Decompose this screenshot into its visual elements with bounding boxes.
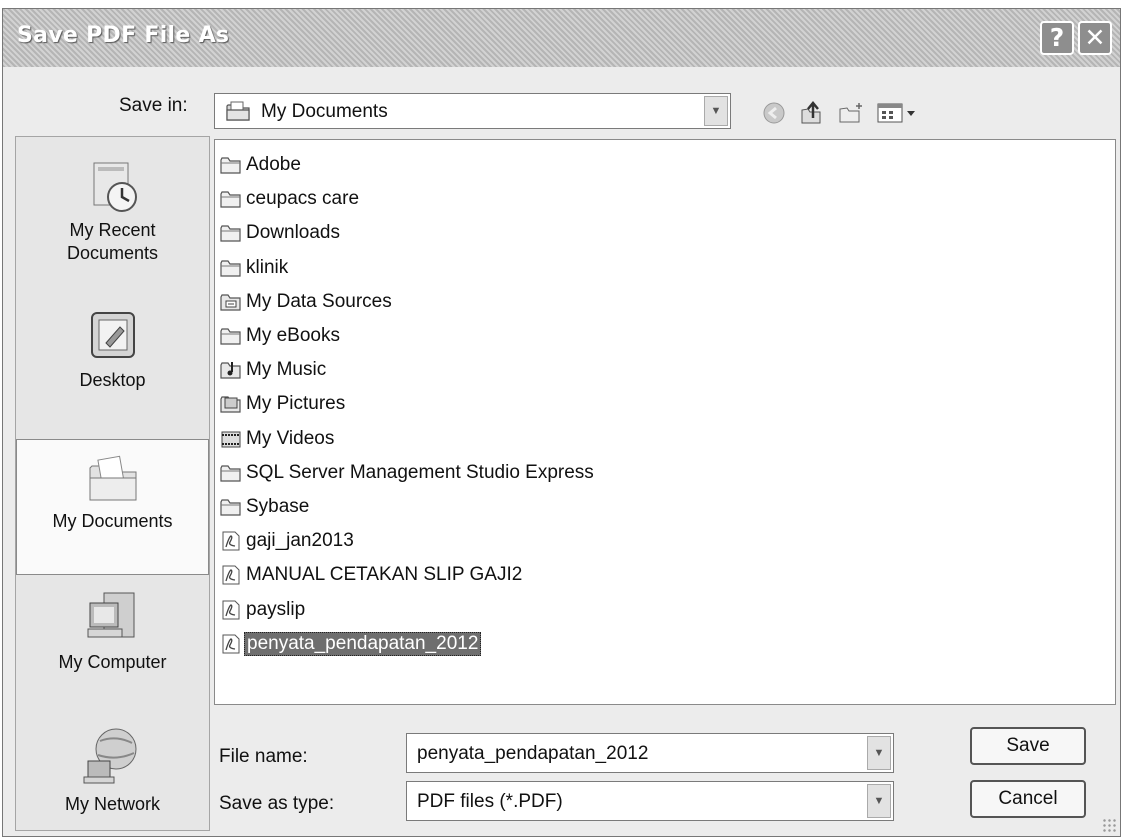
title-bar[interactable]: Save PDF File As ? ✕: [3, 9, 1120, 67]
folder-icon: [220, 499, 241, 516]
pdf-file-icon: [222, 600, 240, 620]
file-list-item[interactable]: My Videos: [220, 424, 336, 454]
file-name-text: Sybase: [246, 496, 310, 517]
file-name-text: ceupacs care: [246, 188, 360, 210]
file-list-item[interactable]: MANUAL CETAKAN SLIP GAJI2: [220, 560, 524, 590]
pdf-file-icon: [222, 565, 240, 585]
file-name-text: payslip: [246, 598, 306, 620]
place-my-documents[interactable]: My Documents: [16, 439, 209, 575]
save-as-type-value: PDF files (*.PDF): [417, 791, 563, 812]
file-name-text: Downloads: [246, 222, 340, 244]
back-icon[interactable]: [758, 97, 790, 129]
music-folder-icon: [220, 362, 241, 379]
file-name-text: My Videos: [246, 427, 335, 449]
folder-icon: [220, 225, 241, 242]
my-documents-small-icon: [226, 101, 250, 121]
file-name-text: gaji_jan2013: [246, 530, 354, 552]
dialog-title: Save PDF File As: [17, 23, 230, 48]
places-bar: My Recent Documents Desktop My Documents: [15, 136, 210, 831]
file-name-text: My eBooks: [246, 325, 340, 346]
file-list-item[interactable]: ceupacs care: [220, 184, 361, 214]
place-my-computer[interactable]: My Computer: [16, 589, 209, 674]
file-name-text: My Music: [246, 359, 327, 381]
file-name-input[interactable]: penyata_pendapatan_2012 ▼: [406, 733, 894, 773]
file-list-item[interactable]: My Data Sources: [220, 287, 394, 317]
file-list-item[interactable]: gaji_jan2013: [220, 526, 356, 556]
pictures-folder-icon: [220, 396, 241, 413]
folder-icon: [220, 157, 241, 174]
file-name-label: File name:: [219, 746, 308, 767]
file-name-text: klinik: [246, 256, 289, 278]
save-as-type-dropdown[interactable]: PDF files (*.PDF) ▼: [406, 781, 894, 821]
chevron-down-icon[interactable]: ▼: [704, 96, 728, 126]
desktop-icon: [90, 312, 135, 358]
file-name-text: penyata_pendapatan_2012: [244, 631, 482, 656]
recent-documents-icon: [93, 162, 137, 212]
place-label: My Network: [64, 794, 160, 814]
place-my-network[interactable]: My Network: [16, 725, 209, 816]
file-name-text: MANUAL CETAKAN SLIP GAJI2: [246, 564, 523, 586]
my-network-icon: [83, 728, 136, 784]
save-as-type-label: Save as type:: [219, 793, 335, 814]
file-list-item[interactable]: Sybase: [220, 492, 311, 522]
file-list-item[interactable]: penyata_pendapatan_2012: [220, 629, 482, 659]
up-folder-icon[interactable]: [795, 97, 827, 129]
save-in-label: Save in:: [119, 95, 188, 116]
folder-icon: [220, 465, 241, 482]
new-folder-icon[interactable]: [835, 97, 867, 129]
cancel-button[interactable]: Cancel: [970, 780, 1086, 818]
my-computer-icon: [87, 592, 134, 638]
file-name-text: Adobe: [246, 154, 301, 175]
close-button[interactable]: ✕: [1078, 21, 1112, 55]
views-menu-icon[interactable]: [876, 97, 920, 129]
file-list-item[interactable]: Downloads: [220, 218, 342, 248]
place-label: My Documents: [52, 511, 173, 531]
place-desktop[interactable]: Desktop: [16, 307, 209, 392]
file-name-text: My Data Sources: [246, 290, 392, 312]
file-list-item[interactable]: Adobe: [220, 150, 303, 180]
videos-folder-icon: [221, 431, 241, 448]
help-button[interactable]: ?: [1040, 21, 1074, 55]
file-list-item[interactable]: SQL Server Management Studio Express: [220, 458, 596, 488]
place-my-recent-documents[interactable]: My Recent Documents: [16, 157, 209, 265]
my-documents-icon: [89, 455, 136, 501]
file-name-value[interactable]: penyata_pendapatan_2012: [417, 743, 648, 765]
file-list-item[interactable]: My eBooks: [220, 321, 342, 351]
pdf-file-icon: [222, 531, 240, 551]
chevron-down-icon[interactable]: ▼: [867, 784, 891, 818]
file-list-item[interactable]: klinik: [220, 253, 290, 283]
save-pdf-dialog: Save PDF File As ? ✕ Save in: My Documen…: [2, 8, 1121, 837]
file-list-item[interactable]: My Pictures: [220, 389, 347, 419]
resize-grip-icon[interactable]: [1102, 818, 1116, 832]
file-list-item[interactable]: payslip: [220, 595, 307, 625]
file-name-text: SQL Server Management Studio Express: [246, 461, 594, 483]
place-label: Desktop: [79, 370, 146, 390]
file-list-item[interactable]: My Music: [220, 355, 328, 385]
data-sources-folder-icon: [220, 294, 241, 311]
folder-icon: [220, 328, 241, 345]
folder-icon: [220, 191, 241, 208]
place-label: My Computer: [58, 652, 167, 672]
folder-icon: [220, 259, 241, 277]
place-label: My Recent Documents: [66, 220, 159, 263]
pdf-file-icon: [222, 634, 240, 654]
chevron-down-icon[interactable]: ▼: [867, 736, 891, 770]
save-button[interactable]: Save: [970, 727, 1086, 765]
file-name-text: My Pictures: [246, 393, 346, 415]
save-in-dropdown[interactable]: My Documents ▼: [214, 93, 731, 129]
save-in-value: My Documents: [261, 101, 388, 122]
file-list[interactable]: Adobe ceupacs care Downloads klinik My Data …: [214, 139, 1116, 705]
